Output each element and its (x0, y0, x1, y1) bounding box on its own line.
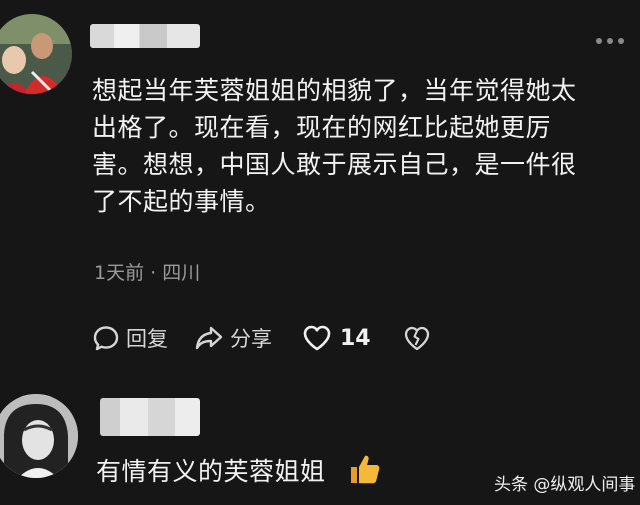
watermark-text: 头条 @纵观人间事 (494, 475, 636, 495)
dislike-button[interactable] (403, 324, 431, 352)
share-arrow-icon (194, 324, 224, 352)
reply-button[interactable]: 回复 (92, 323, 168, 353)
more-options-icon[interactable] (596, 38, 624, 44)
comment-line: 了不起的事情。 (92, 187, 271, 216)
reply-name-blurred[interactable] (100, 398, 200, 436)
comment-line: 害。想想，中国人敢于展示自己，是一件很 (92, 150, 577, 179)
comment-line: 想起当年芙蓉姐姐的相貌了，当年觉得她太 (92, 76, 577, 105)
heart-icon (302, 324, 332, 352)
comment-actions: 回复 分享 14 (92, 320, 431, 356)
broken-heart-icon (403, 324, 431, 352)
like-button[interactable]: 14 (302, 324, 371, 352)
share-label: 分享 (230, 327, 272, 351)
reply-avatar[interactable] (0, 394, 78, 478)
comment-text: 想起当年芙蓉姐姐的相貌了，当年觉得她太 出格了。现在看，现在的网红比起她更厉 害… (92, 72, 622, 220)
comment-meta: 1天前 · 四川 (94, 262, 201, 284)
like-count: 14 (340, 325, 371, 351)
reply-label: 回复 (126, 327, 168, 351)
comment-line: 出格了。现在看，现在的网红比起她更厉 (92, 113, 552, 142)
share-button[interactable]: 分享 (194, 323, 272, 353)
thumbs-up-icon (348, 452, 382, 486)
comment-bubble-icon (92, 324, 120, 352)
commenter-avatar[interactable] (0, 14, 72, 94)
reply-text: 有情有义的芙蓉姐姐 (96, 457, 326, 486)
commenter-name-blurred[interactable] (90, 24, 200, 48)
